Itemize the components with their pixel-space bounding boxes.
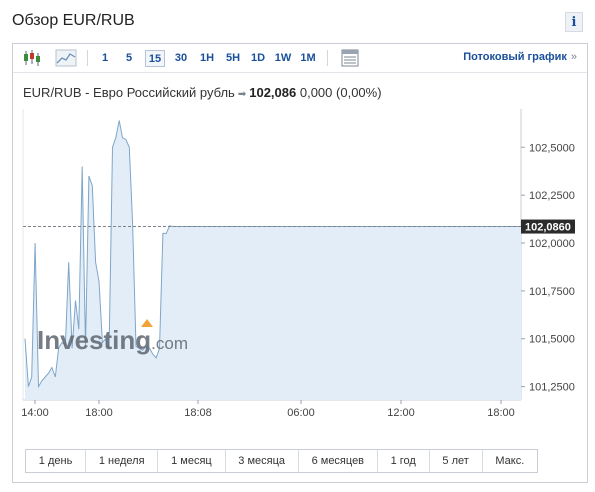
- y-tick-label: 102,5000: [529, 142, 575, 154]
- info-button[interactable]: i: [565, 12, 583, 32]
- series-area: [25, 120, 521, 400]
- x-tick-label: 06:00: [287, 407, 315, 419]
- page-title: Обзор EUR/RUB: [12, 12, 135, 29]
- range-option[interactable]: 3 месяца: [226, 450, 299, 472]
- range-option[interactable]: Макс.: [483, 450, 537, 472]
- range-option[interactable]: 1 год: [378, 450, 430, 472]
- range-option[interactable]: 1 неделя: [86, 450, 159, 472]
- range-option[interactable]: 6 месяцев: [299, 450, 378, 472]
- range-option[interactable]: 5 лет: [430, 450, 483, 472]
- y-tick-label: 102,2500: [529, 190, 575, 202]
- y-tick-label: 101,7500: [529, 286, 575, 298]
- watermark-accent: [141, 319, 153, 327]
- range-option[interactable]: 1 день: [26, 450, 87, 472]
- range-option[interactable]: 1 месяц: [158, 450, 226, 472]
- current-price-label: 102,0860: [525, 222, 571, 234]
- y-tick-label: 101,2500: [529, 382, 575, 394]
- x-tick-label: 12:00: [387, 407, 415, 419]
- y-tick-label: 101,5000: [529, 334, 575, 346]
- x-tick-label: 18:00: [85, 407, 113, 419]
- x-tick-label: 18:00: [487, 407, 515, 419]
- price-chart[interactable]: 102,5000 102,2500 102,0000 101,7500 101,5000…: [13, 44, 587, 444]
- x-tick-label: 18:08: [184, 407, 212, 419]
- chart-widget: 1 5 15 30 1H 5H 1D 1W 1M Потоковый график» EUR/R…: [12, 43, 588, 483]
- y-tick-label: 102,0000: [529, 238, 575, 250]
- x-tick-label: 14:00: [21, 407, 49, 419]
- range-selector: 1 день 1 неделя 1 месяц 3 месяца 6 месяцев 1 …: [25, 449, 538, 473]
